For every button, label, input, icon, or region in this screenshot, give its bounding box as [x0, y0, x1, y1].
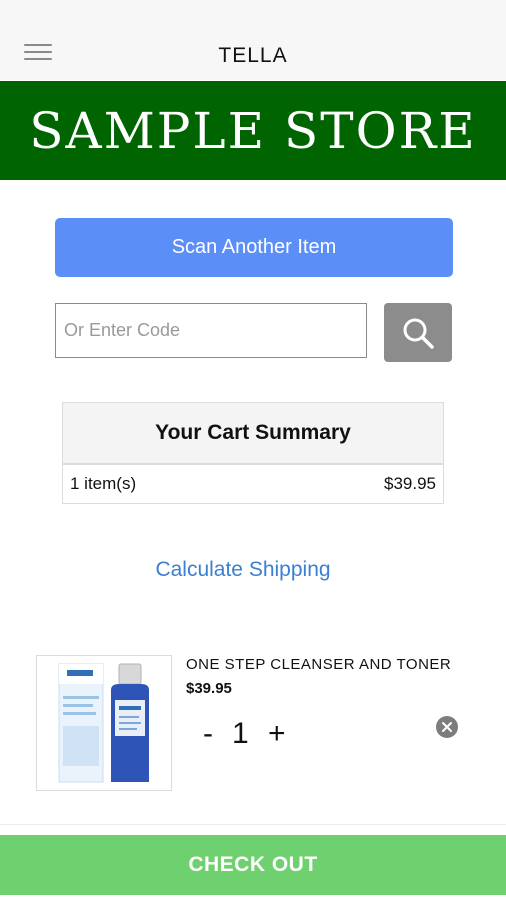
product-name: ONE STEP CLEANSER AND TONER — [186, 656, 452, 673]
cart-summary-title: Your Cart Summary — [63, 403, 443, 465]
quantity-value: 1 — [232, 717, 249, 750]
cart-item-count: 1 item(s) — [70, 474, 137, 493]
search-icon — [403, 318, 434, 349]
close-icon — [442, 722, 452, 732]
cart-summary-row: 1 item(s) $39.95 — [63, 465, 443, 503]
search-button[interactable] — [384, 303, 452, 362]
remove-item-button[interactable] — [436, 716, 458, 738]
product-price: $39.95 — [186, 680, 232, 697]
top-bar: TELLA — [0, 0, 506, 80]
store-name: SAMPLE STORE — [29, 101, 477, 160]
store-banner: SAMPLE STORE — [0, 81, 506, 180]
scan-another-item-button[interactable]: Scan Another Item — [55, 218, 453, 277]
checkout-button[interactable]: CHECK OUT — [0, 835, 506, 895]
quantity-increase-button[interactable]: + — [268, 716, 286, 752]
calculate-shipping-link[interactable]: Calculate Shipping — [0, 558, 486, 582]
app-title: TELLA — [218, 44, 288, 67]
product-image — [36, 655, 172, 791]
divider — [0, 824, 506, 825]
cart-total: $39.95 — [384, 474, 436, 493]
quantity-decrease-button[interactable]: - — [203, 716, 213, 752]
code-input[interactable] — [55, 303, 367, 358]
cart-summary: Your Cart Summary 1 item(s) $39.95 — [62, 402, 444, 504]
